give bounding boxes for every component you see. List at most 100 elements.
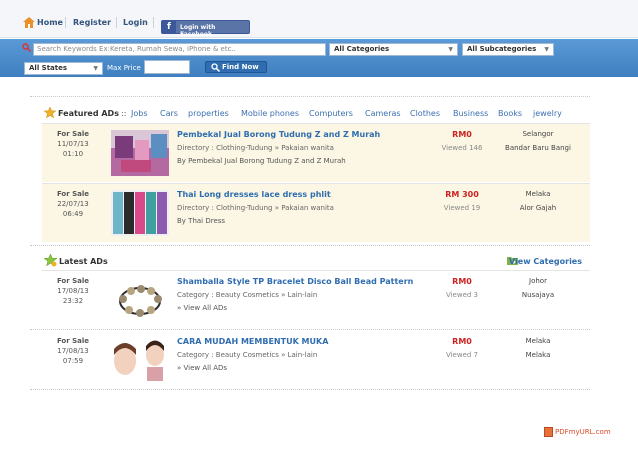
ad-directory: Directory : Clothing-Tudung » Pakaian wa… bbox=[177, 144, 334, 152]
max-price-input[interactable] bbox=[144, 60, 190, 74]
ad-status: For Sale bbox=[56, 337, 90, 345]
category-link-computers[interactable]: Computers bbox=[309, 109, 353, 118]
ad-time: 01:10 bbox=[62, 150, 84, 158]
ad-date: 17/08/13 bbox=[57, 347, 89, 355]
search-icon bbox=[22, 43, 31, 52]
category-link-properties[interactable]: properties bbox=[188, 109, 229, 118]
ad-directory: Directory : Clothing-Tudung » Pakaian wa… bbox=[177, 204, 334, 212]
featured-ad-row[interactable]: For Sale 11/07/13 01:10 Pembekal Jual Bo… bbox=[42, 124, 590, 182]
latest-ad-row[interactable]: For Sale 17/08/13 07:59 CARA MUDAH MEMBE… bbox=[42, 331, 590, 387]
ad-title-link[interactable]: Pembekal Jual Borong Tudung Z and Z Mura… bbox=[177, 130, 380, 139]
search-bar: Search Keywords Ex:Kereta, Rumah Sewa, i… bbox=[0, 39, 638, 77]
nav-home-link[interactable]: Home bbox=[37, 18, 63, 27]
chevron-down-icon: ▼ bbox=[544, 46, 549, 53]
search-input[interactable]: Search Keywords Ex:Kereta, Rumah Sewa, i… bbox=[33, 43, 326, 56]
ad-title-link[interactable]: Shamballa Style TP Bracelet Disco Ball B… bbox=[177, 277, 413, 286]
ad-view-count: Viewed 7 bbox=[445, 351, 479, 359]
category-select[interactable]: All Categories ▼ bbox=[329, 43, 458, 56]
section-divider bbox=[30, 96, 590, 97]
ad-subtitle: By Thai Dress bbox=[177, 217, 226, 225]
facebook-icon: f bbox=[162, 21, 176, 33]
featured-ads-title: Featured ADs bbox=[58, 109, 119, 118]
state-select[interactable]: All States ▼ bbox=[24, 62, 103, 75]
state-select-value: All States bbox=[29, 64, 68, 72]
ad-status: For Sale bbox=[56, 190, 90, 198]
ad-thumbnail-image[interactable] bbox=[111, 190, 169, 236]
ad-state: Melaka bbox=[525, 190, 551, 198]
category-link-mobile-phones[interactable]: Mobile phones bbox=[241, 109, 299, 118]
nav-divider bbox=[65, 17, 66, 28]
star-badge-icon bbox=[44, 254, 57, 267]
ad-price: RM0 bbox=[452, 130, 472, 139]
subcategory-select[interactable]: All Subcategories ▼ bbox=[462, 43, 554, 56]
ad-city: Bandar Baru Bangi bbox=[505, 144, 571, 152]
facebook-login-label: Login with Facebook bbox=[180, 24, 216, 38]
row-divider bbox=[30, 389, 590, 390]
category-link-books[interactable]: Books bbox=[498, 109, 522, 118]
ad-date-column: For Sale 17/08/13 23:32 bbox=[42, 277, 104, 305]
latest-ads-header: Latest ADs View Categories bbox=[44, 254, 590, 268]
ad-view-count: Viewed 146 bbox=[441, 144, 483, 152]
ad-time: 07:59 bbox=[62, 357, 84, 365]
ad-status: For Sale bbox=[56, 277, 90, 285]
ad-title-link[interactable]: Thai Long dresses lace dress phlit bbox=[177, 190, 331, 199]
ad-subtitle: By Pembekal Jual Borong Tudung Z and Z M… bbox=[177, 157, 346, 165]
ad-thumbnail-image[interactable] bbox=[111, 130, 169, 176]
ad-time: 06:49 bbox=[62, 210, 84, 218]
category-link-jewelry[interactable]: jewelry bbox=[533, 109, 562, 118]
ad-date-column: For Sale 22/07/13 06:49 bbox=[42, 190, 104, 218]
view-categories-link[interactable]: View Categories bbox=[509, 257, 582, 266]
featured-category-bar: Featured ADs :: Jobs Cars properties Mob… bbox=[44, 106, 590, 120]
subcategory-select-value: All Subcategories bbox=[467, 45, 537, 53]
latest-ads-title: Latest ADs bbox=[59, 257, 108, 266]
category-link-cars[interactable]: Cars bbox=[160, 109, 178, 118]
ad-price: RM 300 bbox=[445, 190, 479, 199]
nav-divider bbox=[116, 17, 117, 28]
ad-city: Melaka bbox=[525, 351, 551, 359]
pdf-icon bbox=[544, 427, 553, 437]
ad-price: RM0 bbox=[452, 337, 472, 346]
top-nav: Home Register Login f Login with Faceboo… bbox=[0, 0, 638, 38]
category-link-cameras[interactable]: Cameras bbox=[365, 109, 401, 118]
ad-state: Selangor bbox=[522, 130, 554, 138]
ad-view-count: Viewed 19 bbox=[443, 204, 481, 212]
star-icon bbox=[44, 107, 56, 118]
category-link-business[interactable]: Business bbox=[453, 109, 488, 118]
view-all-ads-link[interactable]: » View All ADs bbox=[177, 364, 227, 372]
row-divider bbox=[30, 329, 590, 330]
ad-date: 17/08/13 bbox=[57, 287, 89, 295]
category-link-clothes[interactable]: Clothes bbox=[410, 109, 440, 118]
nav-divider bbox=[153, 17, 154, 28]
ad-city: Nusajaya bbox=[521, 291, 555, 299]
ad-price: RM0 bbox=[452, 277, 472, 286]
section-divider bbox=[30, 245, 590, 246]
view-all-ads-link[interactable]: » View All ADs bbox=[177, 304, 227, 312]
category-link-jobs[interactable]: Jobs bbox=[131, 109, 148, 118]
ad-date: 22/07/13 bbox=[57, 200, 89, 208]
ad-category: Category : Beauty Cosmetics » Lain-lain bbox=[177, 351, 318, 359]
ad-time: 23:32 bbox=[62, 297, 84, 305]
find-now-button[interactable]: Find Now bbox=[205, 61, 267, 73]
ad-date-column: For Sale 11/07/13 01:10 bbox=[42, 130, 104, 158]
facebook-login-button[interactable]: f Login with Facebook bbox=[161, 20, 250, 38]
ad-view-count: Viewed 3 bbox=[445, 291, 479, 299]
ad-status: For Sale bbox=[56, 130, 90, 138]
ad-date-column: For Sale 17/08/13 07:59 bbox=[42, 337, 104, 365]
pdfmyurl-watermark[interactable]: PDFmyURL.com bbox=[555, 428, 611, 436]
chevron-down-icon: ▼ bbox=[448, 46, 453, 53]
latest-ad-row[interactable]: For Sale 17/08/13 23:32 Shamballa Style … bbox=[42, 271, 590, 327]
ad-thumbnail-image[interactable] bbox=[111, 337, 169, 383]
nav-login-link[interactable]: Login bbox=[123, 18, 148, 27]
find-now-label: Find Now bbox=[222, 63, 259, 71]
nav-register-link[interactable]: Register bbox=[73, 18, 111, 27]
ad-category: Category : Beauty Cosmetics » Lain-lain bbox=[177, 291, 318, 299]
max-price-label: Max Price bbox=[107, 64, 141, 72]
ad-date: 11/07/13 bbox=[57, 140, 89, 148]
ad-thumbnail-image[interactable] bbox=[111, 277, 169, 323]
featured-ad-row[interactable]: For Sale 22/07/13 06:49 Thai Long dresse… bbox=[42, 184, 590, 242]
category-select-value: All Categories bbox=[334, 45, 390, 53]
home-icon[interactable] bbox=[23, 17, 35, 28]
search-icon bbox=[211, 63, 220, 72]
chevron-down-icon: ▼ bbox=[93, 65, 98, 72]
ad-title-link[interactable]: CARA MUDAH MEMBENTUK MUKA bbox=[177, 337, 328, 346]
